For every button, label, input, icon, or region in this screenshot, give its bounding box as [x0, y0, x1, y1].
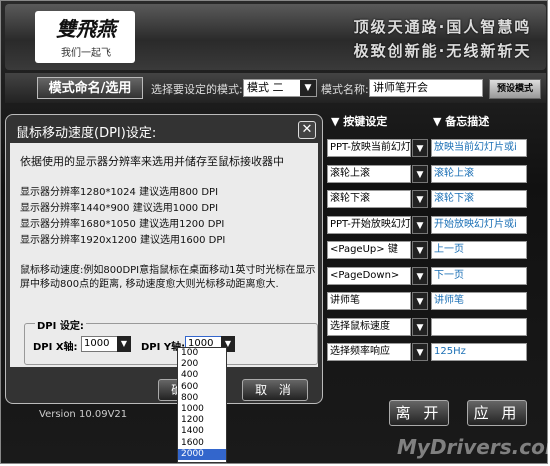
dpi-option[interactable]: 1000 — [178, 404, 226, 415]
key-settings-panel: ▼ 按键设定 ▼ 备忘描述 PPT-放映当前幻灯 ▼ 放映当前幻灯片或i 滚轮上滚 ▼ 滚… — [323, 113, 528, 373]
mode-naming-tab[interactable]: 模式命名/选用 — [37, 77, 143, 99]
recommendation-1: 显示器分辨率1280*1024 建议选用800 DPI — [20, 187, 219, 198]
exit-button[interactable]: 离 开 — [389, 400, 449, 426]
brand-logo: 雙飛燕 我们一起飞 — [35, 11, 135, 63]
dpi-x-label: DPI X轴: — [33, 342, 78, 353]
memo-input[interactable]: 滚轮上滚 — [431, 164, 527, 183]
key-binding-select[interactable]: 选择鼠标速度 — [327, 317, 411, 336]
preset-mode-button[interactable]: 预设模式 — [489, 79, 541, 99]
dpi-option[interactable]: 1400 — [178, 426, 226, 437]
dpi-settings-group: DPI 设定: DPI X轴: 1000 ▼ DPI Y轴: 1000 ▼ — [24, 317, 318, 365]
mode-name-value: 讲师笔开会 — [373, 81, 428, 94]
logo-text: 雙飛燕 — [56, 17, 116, 41]
dpi-option[interactable]: 600 — [178, 382, 226, 393]
chevron-down-icon[interactable]: ▼ — [412, 215, 428, 234]
dpi-group-label: DPI 设定: — [35, 317, 86, 332]
chevron-down-icon[interactable]: ▼ — [412, 343, 428, 361]
slogan-line2: 极致创新能·无线新斩天 — [353, 42, 532, 60]
dpi-x-value: 1000 — [84, 338, 110, 349]
chevron-down-icon: ▼ — [300, 80, 316, 96]
chevron-down-icon[interactable]: ▼ — [412, 139, 428, 157]
dpi-y-dropdown-list: 100 200 400 600 800 1000 1200 1400 1600 2000 — [177, 347, 227, 463]
slogan-line1: 顶级天通路·国人智慧鸣 — [353, 18, 532, 36]
logo-subtitle: 我们一起飞 — [61, 48, 111, 59]
memo-input[interactable]: 讲师笔 — [431, 292, 527, 310]
dpi-option[interactable]: 2000 — [178, 448, 226, 460]
dpi-note-line2: 屏中移动800点的距离, 移动速度愈大则光标移动距离愈大. — [20, 279, 279, 290]
key-binding-select[interactable]: PPT-开始放映幻灯 — [327, 215, 411, 234]
app-window: 雙飛燕 我们一起飞 顶级天通路·国人智慧鸣 极致创新能·无线新斩天 模式命名/选… — [0, 0, 550, 464]
memo-input[interactable]: 下一页 — [431, 266, 527, 285]
chevron-down-icon[interactable]: ▼ — [412, 241, 428, 259]
key-binding-select[interactable]: <PageUp> 键 — [327, 241, 411, 259]
chevron-down-icon[interactable]: ▼ — [412, 317, 428, 336]
close-icon[interactable]: ✕ — [298, 121, 316, 139]
chevron-down-icon[interactable]: ▼ — [117, 336, 131, 352]
dpi-option[interactable]: 100 — [178, 348, 226, 359]
dpi-settings-dialog: 鼠标移动速度(DPI)设定: ✕ 依据使用的显示器分辨率来选用并储存至鼠标接收器… — [5, 114, 323, 404]
mode-toolbar: 模式命名/选用 选择要设定的模式: 模式 二 ▼ 模式名称: 讲师笔开会 预设模… — [5, 73, 546, 103]
chevron-down-icon[interactable]: ▼ — [412, 292, 428, 310]
mode-name-label: 模式名称: — [321, 83, 369, 96]
recommendation-3: 显示器分辨率1680*1050 建议选用1200 DPI — [20, 219, 225, 230]
memo-input[interactable] — [431, 317, 527, 336]
key-binding-select[interactable]: 滚轮下滚 — [327, 190, 411, 208]
watermark: MyDrivers.com — [397, 435, 550, 459]
dpi-option[interactable]: 200 — [178, 359, 226, 370]
dpi-option[interactable]: 400 — [178, 370, 226, 381]
memo-input[interactable]: 125Hz — [431, 343, 527, 361]
dialog-intro: 依据使用的显示器分辨率来选用并储存至鼠标接收器中 — [20, 155, 284, 168]
key-binding-select[interactable]: PPT-放映当前幻灯 — [327, 139, 411, 157]
memo-input[interactable]: 滚轮下滚 — [431, 190, 527, 208]
key-binding-select[interactable]: <PageDown> — [327, 266, 411, 285]
apply-button[interactable]: 应 用 — [467, 400, 527, 426]
mode-select[interactable]: 模式 二 ▼ — [243, 79, 317, 97]
memo-input[interactable]: 上一页 — [431, 241, 527, 259]
recommendation-4: 显示器分辨率1920x1200 建议选用1600 DPI — [20, 235, 226, 246]
chevron-down-icon[interactable]: ▼ — [412, 164, 428, 183]
dialog-body: 依据使用的显示器分辨率来选用并储存至鼠标接收器中 显示器分辨率1280*1024… — [10, 143, 318, 367]
memo-header: ▼ 备忘描述 — [433, 115, 490, 128]
mode-name-input[interactable]: 讲师笔开会 — [369, 79, 483, 97]
key-binding-select[interactable]: 选择频率响应 — [327, 343, 411, 361]
header-banner: 雙飛燕 我们一起飞 顶级天通路·国人智慧鸣 极致创新能·无线新斩天 — [5, 4, 546, 70]
recommendation-2: 显示器分辨率1440*900 建议选用1000 DPI — [20, 203, 219, 214]
key-binding-select[interactable]: 滚轮上滚 — [327, 164, 411, 183]
chevron-down-icon[interactable]: ▼ — [412, 190, 428, 208]
dialog-title: 鼠标移动速度(DPI)设定: — [16, 126, 157, 141]
cancel-button[interactable]: 取 消 — [242, 379, 308, 401]
dpi-option[interactable]: 1200 — [178, 415, 226, 426]
key-settings-header: ▼ 按键设定 — [331, 115, 388, 128]
chevron-down-icon[interactable]: ▼ — [412, 266, 428, 285]
select-mode-label: 选择要设定的模式: — [151, 83, 243, 96]
dpi-option[interactable]: 800 — [178, 393, 226, 404]
mode-select-value: 模式 二 — [247, 81, 284, 94]
dpi-note-line1: 鼠标移动速度:例如800DPI意指鼠标在桌面移动1英寸时光标在显示 — [20, 265, 316, 276]
version-label: Version 10.09V21 — [39, 409, 128, 420]
memo-input[interactable]: 放映当前幻灯片或i — [431, 139, 527, 157]
key-binding-select[interactable]: 讲师笔 — [327, 292, 411, 310]
dpi-option[interactable]: 1600 — [178, 438, 226, 449]
memo-input[interactable]: 开始放映幻灯片或i — [431, 215, 527, 234]
